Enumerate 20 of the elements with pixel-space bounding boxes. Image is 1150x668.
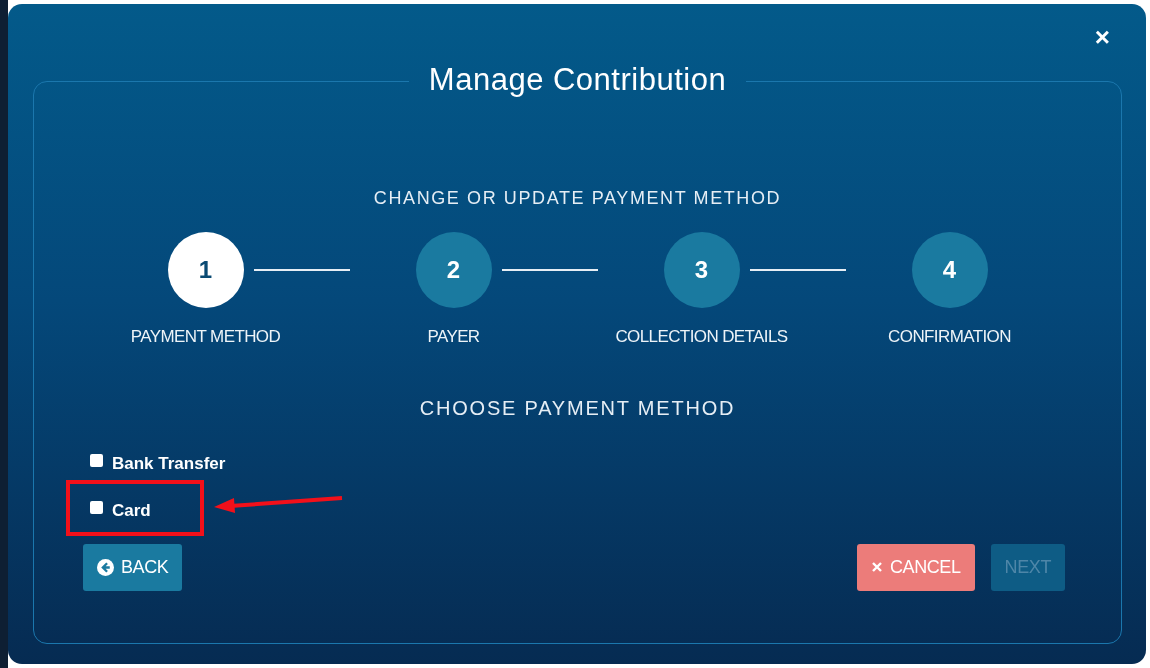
dialog-title: Manage Contribution (427, 64, 728, 95)
checkbox[interactable] (90, 501, 103, 515)
step-label: PAYER (427, 326, 480, 348)
section-title: CHOOSE PAYMENT METHOD (418, 395, 737, 421)
close-icon (870, 561, 883, 573)
step-label: COLLECTION DETAILS (615, 326, 788, 348)
step-circle[interactable]: 1 (167, 232, 244, 308)
cancel-button[interactable]: CANCEL (856, 543, 975, 591)
option-label[interactable]: Card (112, 498, 151, 524)
option-label[interactable]: Bank Transfer (112, 450, 226, 476)
subtitle: CHANGE OR UPDATE PAYMENT METHOD (372, 187, 783, 210)
step-circle[interactable]: 3 (663, 232, 740, 308)
checkbox[interactable] (90, 453, 103, 467)
step-label: PAYMENT METHOD (130, 326, 281, 348)
back-button[interactable]: BACK (83, 543, 183, 591)
back-icon (97, 558, 114, 576)
step-circle[interactable]: 4 (911, 232, 988, 308)
close-button[interactable]: × (1094, 24, 1110, 50)
step-circle[interactable]: 2 (415, 232, 492, 308)
step-label: CONFIRMATION (888, 326, 1011, 348)
